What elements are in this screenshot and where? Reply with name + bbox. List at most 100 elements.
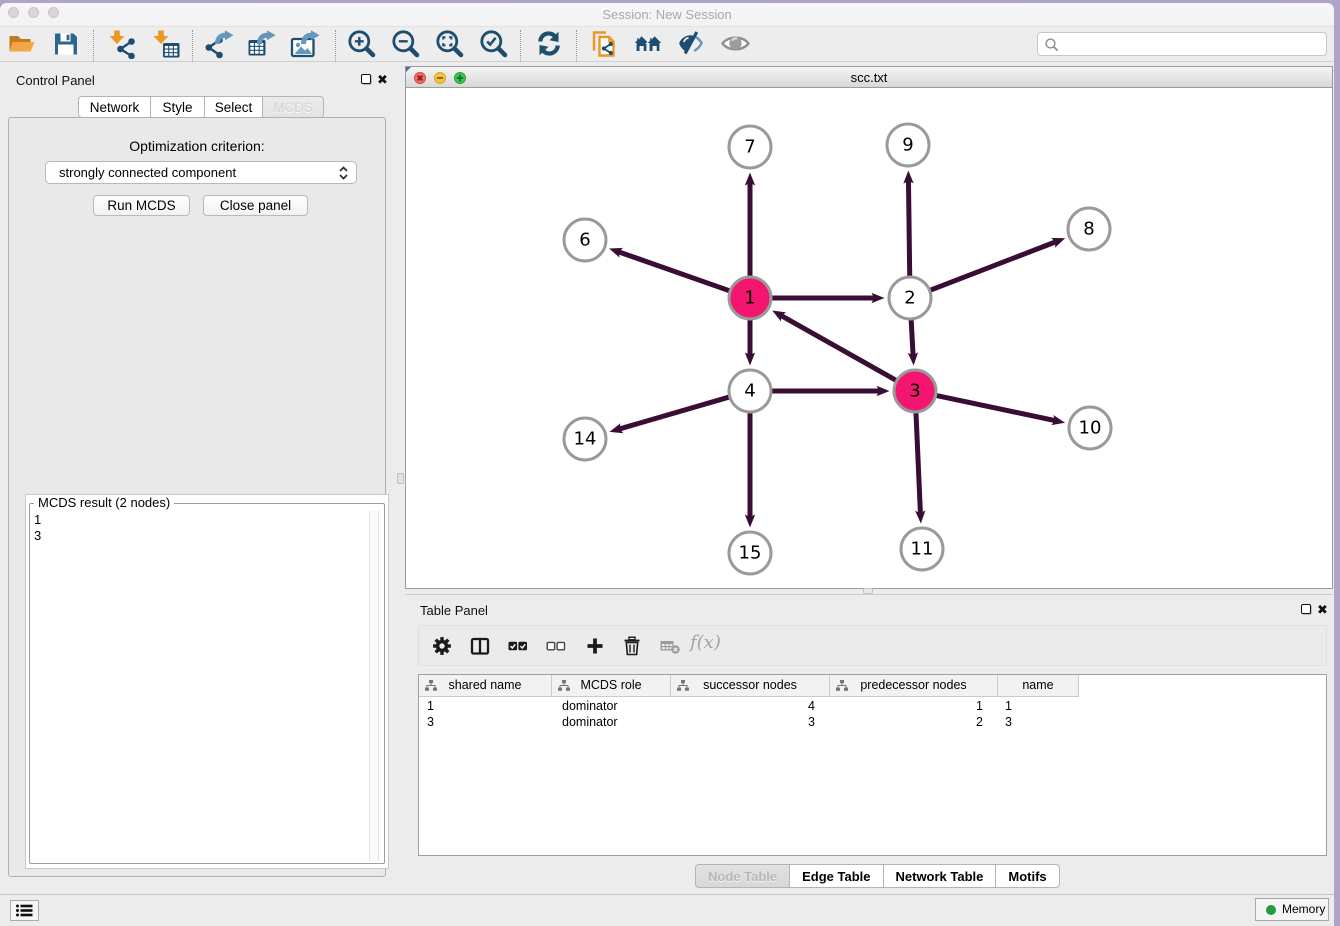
table-tab-edge-table[interactable]: Edge Table bbox=[790, 864, 883, 888]
table-row[interactable]: 3dominator323 bbox=[419, 714, 1079, 730]
delete-table-button[interactable] bbox=[653, 626, 687, 664]
memory-label: Memory bbox=[1282, 902, 1325, 916]
open-session-button[interactable] bbox=[7, 29, 37, 59]
select-all-checks-icon bbox=[508, 636, 528, 656]
edge-3-11[interactable] bbox=[916, 410, 921, 513]
edge-arrowhead bbox=[745, 173, 755, 186]
column-header-name[interactable]: name bbox=[998, 675, 1079, 697]
edge-2-9[interactable] bbox=[908, 181, 909, 279]
edge-3-10[interactable] bbox=[934, 395, 1055, 421]
save-session-button[interactable] bbox=[51, 29, 81, 59]
column-header-shared-name[interactable]: shared name bbox=[419, 675, 552, 697]
clone-network-icon bbox=[590, 29, 620, 59]
control-tab-network[interactable]: Network bbox=[78, 96, 151, 118]
add-column-button[interactable] bbox=[578, 626, 612, 664]
network-window-titlebar[interactable]: scc.txt bbox=[406, 67, 1332, 88]
export-network-button[interactable] bbox=[204, 29, 234, 59]
table-cell: 1 bbox=[419, 698, 552, 714]
apply-layout-button[interactable] bbox=[534, 29, 564, 59]
split-columns-button[interactable] bbox=[463, 626, 497, 664]
optimization-criterion-select[interactable]: strongly connected component bbox=[45, 161, 357, 184]
control-tab-select[interactable]: Select bbox=[205, 96, 263, 118]
graph-node-label: 9 bbox=[902, 135, 913, 156]
table-panel-close-button[interactable]: ✖ bbox=[1317, 605, 1328, 615]
edge-arrowhead bbox=[877, 386, 890, 396]
mcds-result-scrollbar[interactable] bbox=[369, 511, 379, 861]
table-tab-motifs[interactable]: Motifs bbox=[996, 864, 1059, 888]
window-title: Session: New Session bbox=[0, 7, 1334, 22]
show-eye-button[interactable] bbox=[721, 29, 751, 59]
column-header-successor-nodes[interactable]: successor nodes bbox=[671, 675, 830, 697]
function-builder-icon: f(x) bbox=[690, 632, 721, 653]
column-header-MCDS-role[interactable]: MCDS role bbox=[552, 675, 671, 697]
table-tab-network-table[interactable]: Network Table bbox=[884, 864, 997, 888]
edge-arrowhead bbox=[903, 170, 913, 183]
settings-gear-button[interactable] bbox=[425, 626, 459, 664]
network-canvas[interactable]: 7968124314101511 bbox=[406, 89, 1332, 588]
delete-column-button[interactable] bbox=[615, 626, 649, 664]
graph-node-label: 11 bbox=[911, 539, 934, 560]
zoom-out-button[interactable] bbox=[391, 29, 421, 59]
table-cell: 1 bbox=[830, 698, 998, 714]
zoom-in-button[interactable] bbox=[347, 29, 377, 59]
table-tabs: Node TableEdge TableNetwork TableMotifs bbox=[695, 864, 1060, 888]
table-tab-node-table[interactable]: Node Table bbox=[695, 864, 790, 888]
network-window: scc.txt 7968124314101511 bbox=[405, 66, 1333, 589]
main-toolbar bbox=[0, 27, 1334, 62]
edge-1-6[interactable] bbox=[619, 252, 732, 292]
clone-network-button[interactable] bbox=[590, 29, 620, 59]
table-panel-float-button[interactable] bbox=[1301, 604, 1311, 614]
zoom-fit-button[interactable] bbox=[435, 29, 465, 59]
zoom-selected-button[interactable] bbox=[479, 29, 509, 59]
edge-2-8[interactable] bbox=[928, 242, 1055, 291]
import-network-button[interactable] bbox=[107, 29, 137, 59]
run-mcds-button[interactable]: Run MCDS bbox=[93, 195, 190, 216]
export-image-button[interactable] bbox=[290, 29, 320, 59]
import-network-icon bbox=[107, 29, 137, 59]
control-panel-title: Control Panel bbox=[16, 73, 95, 88]
mcds-result-groupbox[interactable]: MCDS result (2 nodes) 1 3 bbox=[25, 494, 389, 869]
import-table-button[interactable] bbox=[151, 29, 181, 59]
status-bar: Memory bbox=[0, 894, 1334, 926]
export-table-button[interactable] bbox=[246, 29, 276, 59]
unselect-all-checks-button[interactable] bbox=[539, 626, 573, 664]
toolbar-separator bbox=[192, 30, 193, 62]
column-header-label: predecessor nodes bbox=[860, 678, 966, 692]
table-row[interactable]: 1dominator411 bbox=[419, 698, 1079, 714]
add-column-icon bbox=[585, 636, 605, 656]
memory-button[interactable]: Memory bbox=[1255, 898, 1329, 921]
control-tab-mcds[interactable]: MCDS bbox=[263, 96, 324, 118]
function-builder-button[interactable]: f(x) bbox=[690, 626, 724, 664]
control-panel-float-button[interactable] bbox=[361, 74, 371, 84]
graph-node-label: 14 bbox=[574, 429, 597, 450]
show-eye-icon bbox=[721, 29, 751, 59]
search-box[interactable] bbox=[1037, 32, 1327, 56]
search-input[interactable] bbox=[1064, 34, 1322, 54]
delete-column-icon bbox=[622, 636, 642, 656]
edge-2-3[interactable] bbox=[911, 317, 913, 355]
close-panel-button[interactable]: Close panel bbox=[203, 195, 308, 216]
optimization-criterion-label: Optimization criterion: bbox=[9, 138, 385, 154]
graph-node-label: 2 bbox=[904, 288, 915, 309]
window-titlebar: Session: New Session bbox=[0, 3, 1334, 27]
select-all-checks-button[interactable] bbox=[501, 626, 535, 664]
edge-4-14[interactable] bbox=[620, 396, 732, 428]
control-panel-close-button[interactable]: ✖ bbox=[377, 75, 388, 85]
task-history-button[interactable] bbox=[10, 900, 39, 921]
control-tab-style[interactable]: Style bbox=[151, 96, 205, 118]
import-table-icon bbox=[151, 29, 181, 59]
table-panel-title: Table Panel bbox=[420, 603, 488, 618]
table-cell: 3 bbox=[419, 714, 552, 730]
memory-status-dot bbox=[1266, 905, 1276, 915]
zoom-fit-icon bbox=[435, 29, 465, 59]
graph-node-label: 8 bbox=[1083, 219, 1094, 240]
vertical-divider-grip[interactable] bbox=[397, 473, 404, 484]
export-network-icon bbox=[204, 29, 234, 59]
hide-panel-eye-button[interactable] bbox=[676, 29, 706, 59]
column-header-predecessor-nodes[interactable]: predecessor nodes bbox=[830, 675, 998, 697]
table-panel: Table Panel ✖ f(x) shared nameMCDS roles… bbox=[405, 594, 1333, 894]
cybrowser-home-button[interactable] bbox=[633, 29, 663, 59]
toolbar-separator bbox=[576, 30, 577, 62]
edge-3-1[interactable] bbox=[782, 316, 899, 382]
horizontal-divider-grip[interactable] bbox=[863, 588, 873, 594]
